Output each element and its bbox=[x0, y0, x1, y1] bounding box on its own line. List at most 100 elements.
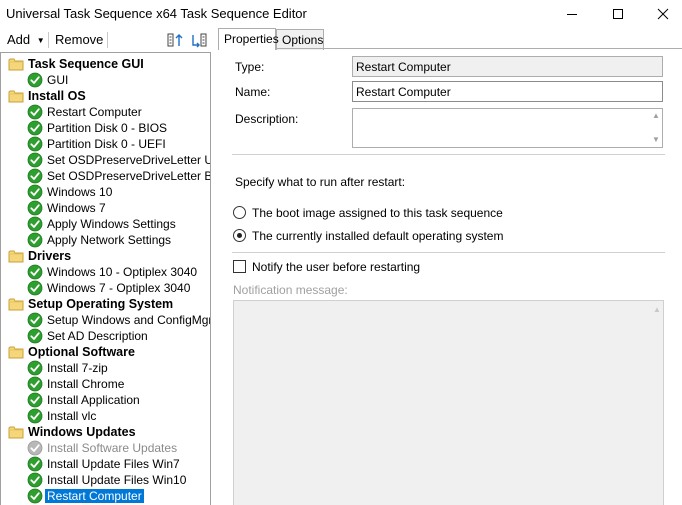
check-icon bbox=[27, 312, 43, 328]
tree-item-label: Apply Windows Settings bbox=[47, 217, 176, 231]
toolbar: Add ▼ Remove bbox=[0, 28, 214, 52]
notify-label[interactable]: Notify the user before restarting bbox=[252, 260, 420, 274]
tree-item-label: Partition Disk 0 - UEFI bbox=[47, 137, 166, 151]
tree-item-label: Windows 7 - Optiplex 3040 bbox=[47, 281, 191, 295]
scroll-down-icon[interactable]: ▼ bbox=[652, 136, 660, 144]
divider bbox=[232, 252, 665, 253]
check-icon bbox=[27, 472, 43, 488]
tree-item-label: Install vlc bbox=[47, 409, 97, 423]
tree-item-label: Install Update Files Win10 bbox=[47, 473, 187, 487]
tree-item-label: Windows 10 bbox=[47, 185, 113, 199]
check-icon bbox=[27, 120, 43, 136]
folder-icon bbox=[8, 344, 24, 360]
check-icon bbox=[27, 72, 43, 88]
tree-item-label: Windows Updates bbox=[28, 425, 136, 439]
tab-properties[interactable]: Properties bbox=[218, 28, 279, 50]
type-label: Type: bbox=[235, 60, 265, 74]
check-icon bbox=[27, 328, 43, 344]
tree-item-label: Install Software Updates bbox=[47, 441, 178, 455]
name-value: Restart Computer bbox=[356, 85, 451, 99]
toolbar-separator bbox=[107, 32, 108, 48]
installed-os-label[interactable]: The currently installed default operatin… bbox=[252, 229, 503, 243]
tree-item-label: Setup Operating System bbox=[28, 297, 174, 311]
tree-item-label: GUI bbox=[47, 73, 69, 87]
tree-item-label: Set OSDPreserveDriveLetter UEF bbox=[47, 153, 211, 167]
check-icon bbox=[27, 152, 43, 168]
notification-scrollbar: ▲ bbox=[651, 301, 663, 505]
folder-icon bbox=[8, 424, 24, 440]
move-up-icon[interactable] bbox=[167, 31, 185, 49]
move-down-icon[interactable] bbox=[190, 31, 208, 49]
installed-os-radio[interactable] bbox=[233, 229, 246, 242]
tree-item-label: Restart Computer bbox=[47, 105, 142, 119]
check-icon bbox=[27, 232, 43, 248]
window-title: Universal Task Sequence x64 Task Sequenc… bbox=[6, 6, 307, 21]
boot-image-radio[interactable] bbox=[233, 206, 246, 219]
properties-panel: Type: Restart Computer Name: Restart Com… bbox=[218, 49, 682, 505]
check-icon bbox=[27, 440, 43, 456]
check-icon bbox=[27, 264, 43, 280]
notification-field: ▲ bbox=[233, 300, 664, 505]
description-scrollbar[interactable]: ▲ ▼ bbox=[650, 109, 662, 147]
tree-item-label: Apply Network Settings bbox=[47, 233, 172, 247]
tab-options[interactable]: Options bbox=[276, 29, 324, 50]
remove-button[interactable]: Remove bbox=[55, 32, 103, 47]
description-field[interactable]: ▲ ▼ bbox=[352, 108, 663, 148]
tree-item-label: Partition Disk 0 - BIOS bbox=[47, 121, 168, 135]
scroll-up-icon: ▲ bbox=[653, 305, 661, 314]
radio-selected-dot bbox=[237, 233, 242, 238]
maximize-button[interactable] bbox=[595, 0, 641, 28]
remove-label: Remove bbox=[55, 32, 104, 47]
notification-label: Notification message: bbox=[233, 283, 348, 297]
check-icon bbox=[27, 280, 43, 296]
check-icon bbox=[27, 104, 43, 120]
task-sequence-tree[interactable]: Task Sequence GUI GUI Install OS Restart Co… bbox=[0, 52, 211, 505]
folder-icon bbox=[8, 248, 24, 264]
chevron-down-icon: ▼ bbox=[36, 36, 45, 45]
check-icon bbox=[27, 408, 43, 424]
add-button[interactable]: Add ▼ bbox=[7, 32, 45, 47]
check-icon bbox=[27, 392, 43, 408]
tree-item-label: Set OSDPreserveDriveLetter BIOS bbox=[47, 169, 210, 183]
check-icon bbox=[27, 216, 43, 232]
divider bbox=[232, 154, 665, 155]
check-icon bbox=[27, 200, 43, 216]
minimize-button[interactable] bbox=[549, 0, 595, 28]
tab-properties-label: Properties bbox=[224, 32, 279, 46]
tree-item-label: Install Chrome bbox=[47, 377, 125, 391]
check-icon bbox=[27, 488, 43, 504]
tree-item-label: Install OS bbox=[28, 89, 86, 103]
folder-icon bbox=[8, 88, 24, 104]
add-label: Add bbox=[7, 32, 31, 47]
restart-prompt: Specify what to run after restart: bbox=[235, 175, 406, 189]
toolbar-separator bbox=[48, 32, 49, 48]
tab-options-label: Options bbox=[282, 33, 324, 47]
close-icon bbox=[657, 8, 669, 20]
tree-item-label: Optional Software bbox=[28, 345, 135, 359]
tree-item-label: Restart Computer bbox=[45, 489, 144, 503]
check-icon bbox=[27, 136, 43, 152]
minimize-icon bbox=[567, 14, 577, 15]
tree-item-label: Drivers bbox=[28, 249, 72, 263]
tree-item-label: Windows 10 - Optiplex 3040 bbox=[47, 265, 198, 279]
tree-item-label: Install Update Files Win7 bbox=[47, 457, 180, 471]
check-icon bbox=[27, 168, 43, 184]
boot-image-label[interactable]: The boot image assigned to this task seq… bbox=[252, 206, 503, 220]
tree-item-label: Install Application bbox=[47, 393, 140, 407]
folder-icon bbox=[8, 296, 24, 312]
check-icon bbox=[27, 376, 43, 392]
scroll-up-icon[interactable]: ▲ bbox=[652, 112, 660, 120]
tree-item-label: Task Sequence GUI bbox=[28, 57, 144, 71]
folder-icon bbox=[8, 56, 24, 72]
tree-item-label: Windows 7 bbox=[47, 201, 106, 215]
type-field: Restart Computer bbox=[352, 56, 663, 77]
name-field[interactable]: Restart Computer bbox=[352, 81, 663, 102]
maximize-icon bbox=[613, 9, 623, 19]
check-icon bbox=[27, 360, 43, 376]
tree-item-label: Set AD Description bbox=[47, 329, 148, 343]
description-label: Description: bbox=[235, 112, 299, 126]
type-value: Restart Computer bbox=[356, 60, 451, 74]
close-button[interactable] bbox=[640, 0, 682, 28]
notify-checkbox[interactable] bbox=[233, 260, 246, 273]
tree-item-label: Setup Windows and ConfigMgr bbox=[47, 313, 211, 327]
